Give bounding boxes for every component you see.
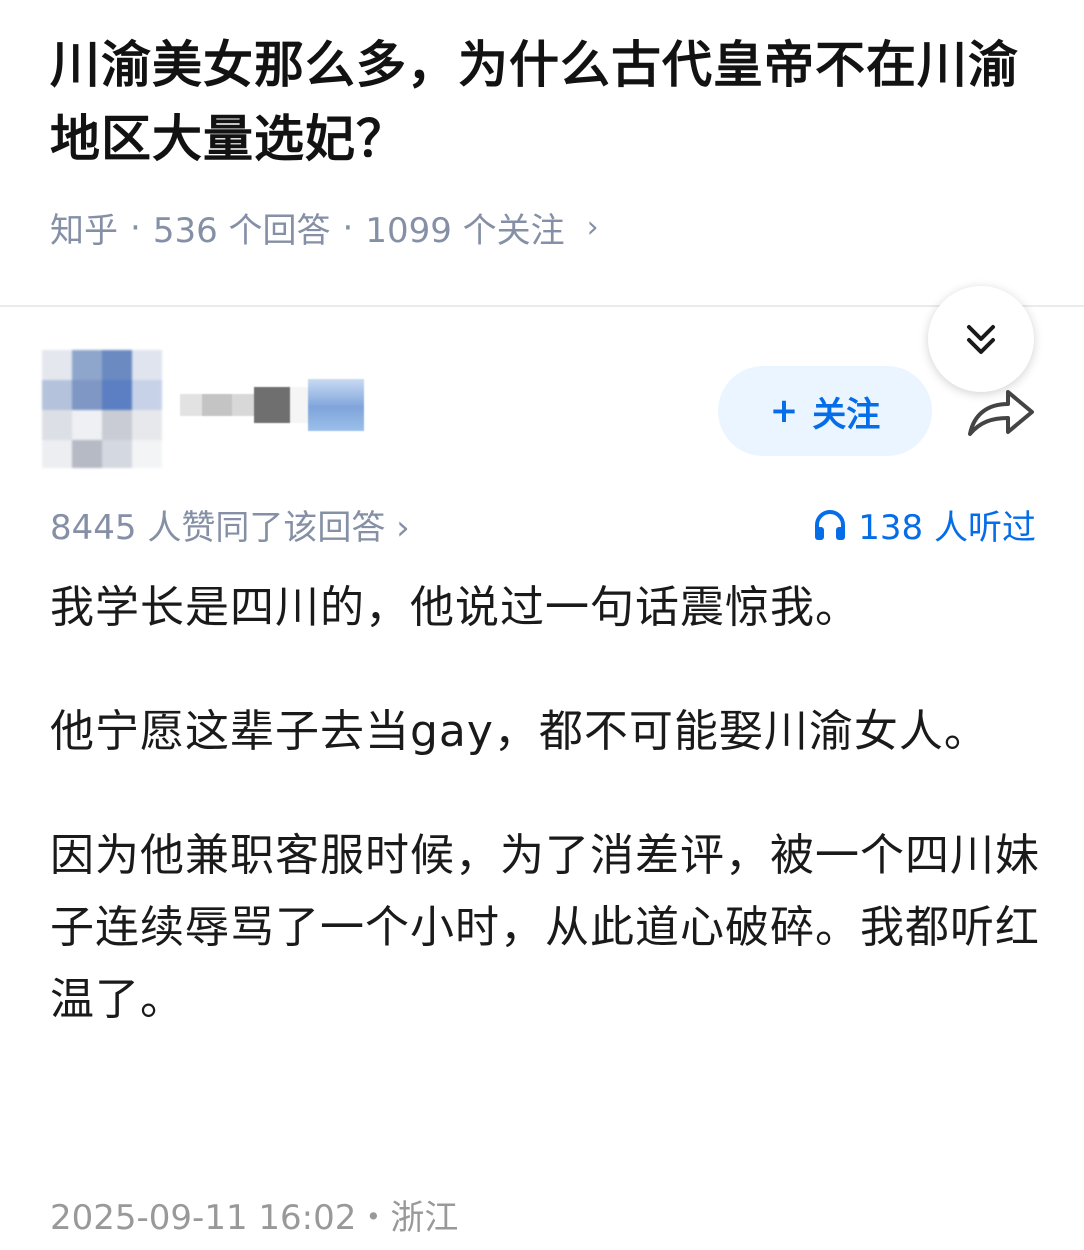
headphones-icon (815, 509, 846, 540)
author-name[interactable] (180, 375, 370, 435)
section-divider (0, 305, 1084, 307)
share-arrow-icon[interactable] (964, 384, 1038, 440)
question-title[interactable]: 川渝美女那么多，为什么古代皇帝不在川渝地区大量选妃？ (50, 28, 1040, 176)
follow-label: 关注 (812, 394, 881, 435)
chevron-right-icon: › (586, 210, 599, 245)
meta-separator: · (130, 207, 141, 248)
question-meta[interactable]: 知乎 · 536 个回答 · 1099 个关注 › (50, 203, 599, 252)
meta-separator: · (342, 207, 354, 248)
answer-stats: 8445 人赞同了该回答 › 138 人听过 (50, 500, 1036, 550)
answer-timestamp: 2025-09-11 16:02・浙江 (50, 1198, 459, 1238)
follower-count: 1099 个关注 (365, 211, 565, 251)
plus-icon: + (769, 391, 799, 431)
answer-paragraph: 他宁愿这辈子去当gay，都不可能娶川渝女人。 (50, 706, 989, 757)
answer-paragraph: 因为他兼职客服时候，为了消差评，被一个四川妹子连续辱骂了一个小时，从此道心破碎。… (50, 830, 1040, 1025)
answer-paragraph: 我学长是四川的，他说过一句话震惊我。 (50, 582, 860, 633)
collapse-button[interactable] (928, 286, 1034, 392)
listen-count-label: 138 人听过 (858, 508, 1036, 548)
answer-count: 536 个回答 (152, 211, 331, 251)
platform-name: 知乎 (50, 211, 118, 251)
vote-count[interactable]: 8445 人赞同了该回答 › (50, 500, 410, 549)
follow-button[interactable]: + 关注 (718, 366, 932, 456)
listen-count[interactable]: 138 人听过 (812, 500, 1036, 549)
answer-content: 我学长是四川的，他说过一句话震惊我。 他宁愿这辈子去当gay，都不可能娶川渝女人… (50, 572, 1040, 1088)
avatar[interactable] (42, 350, 162, 468)
double-chevron-down-icon (967, 325, 995, 354)
